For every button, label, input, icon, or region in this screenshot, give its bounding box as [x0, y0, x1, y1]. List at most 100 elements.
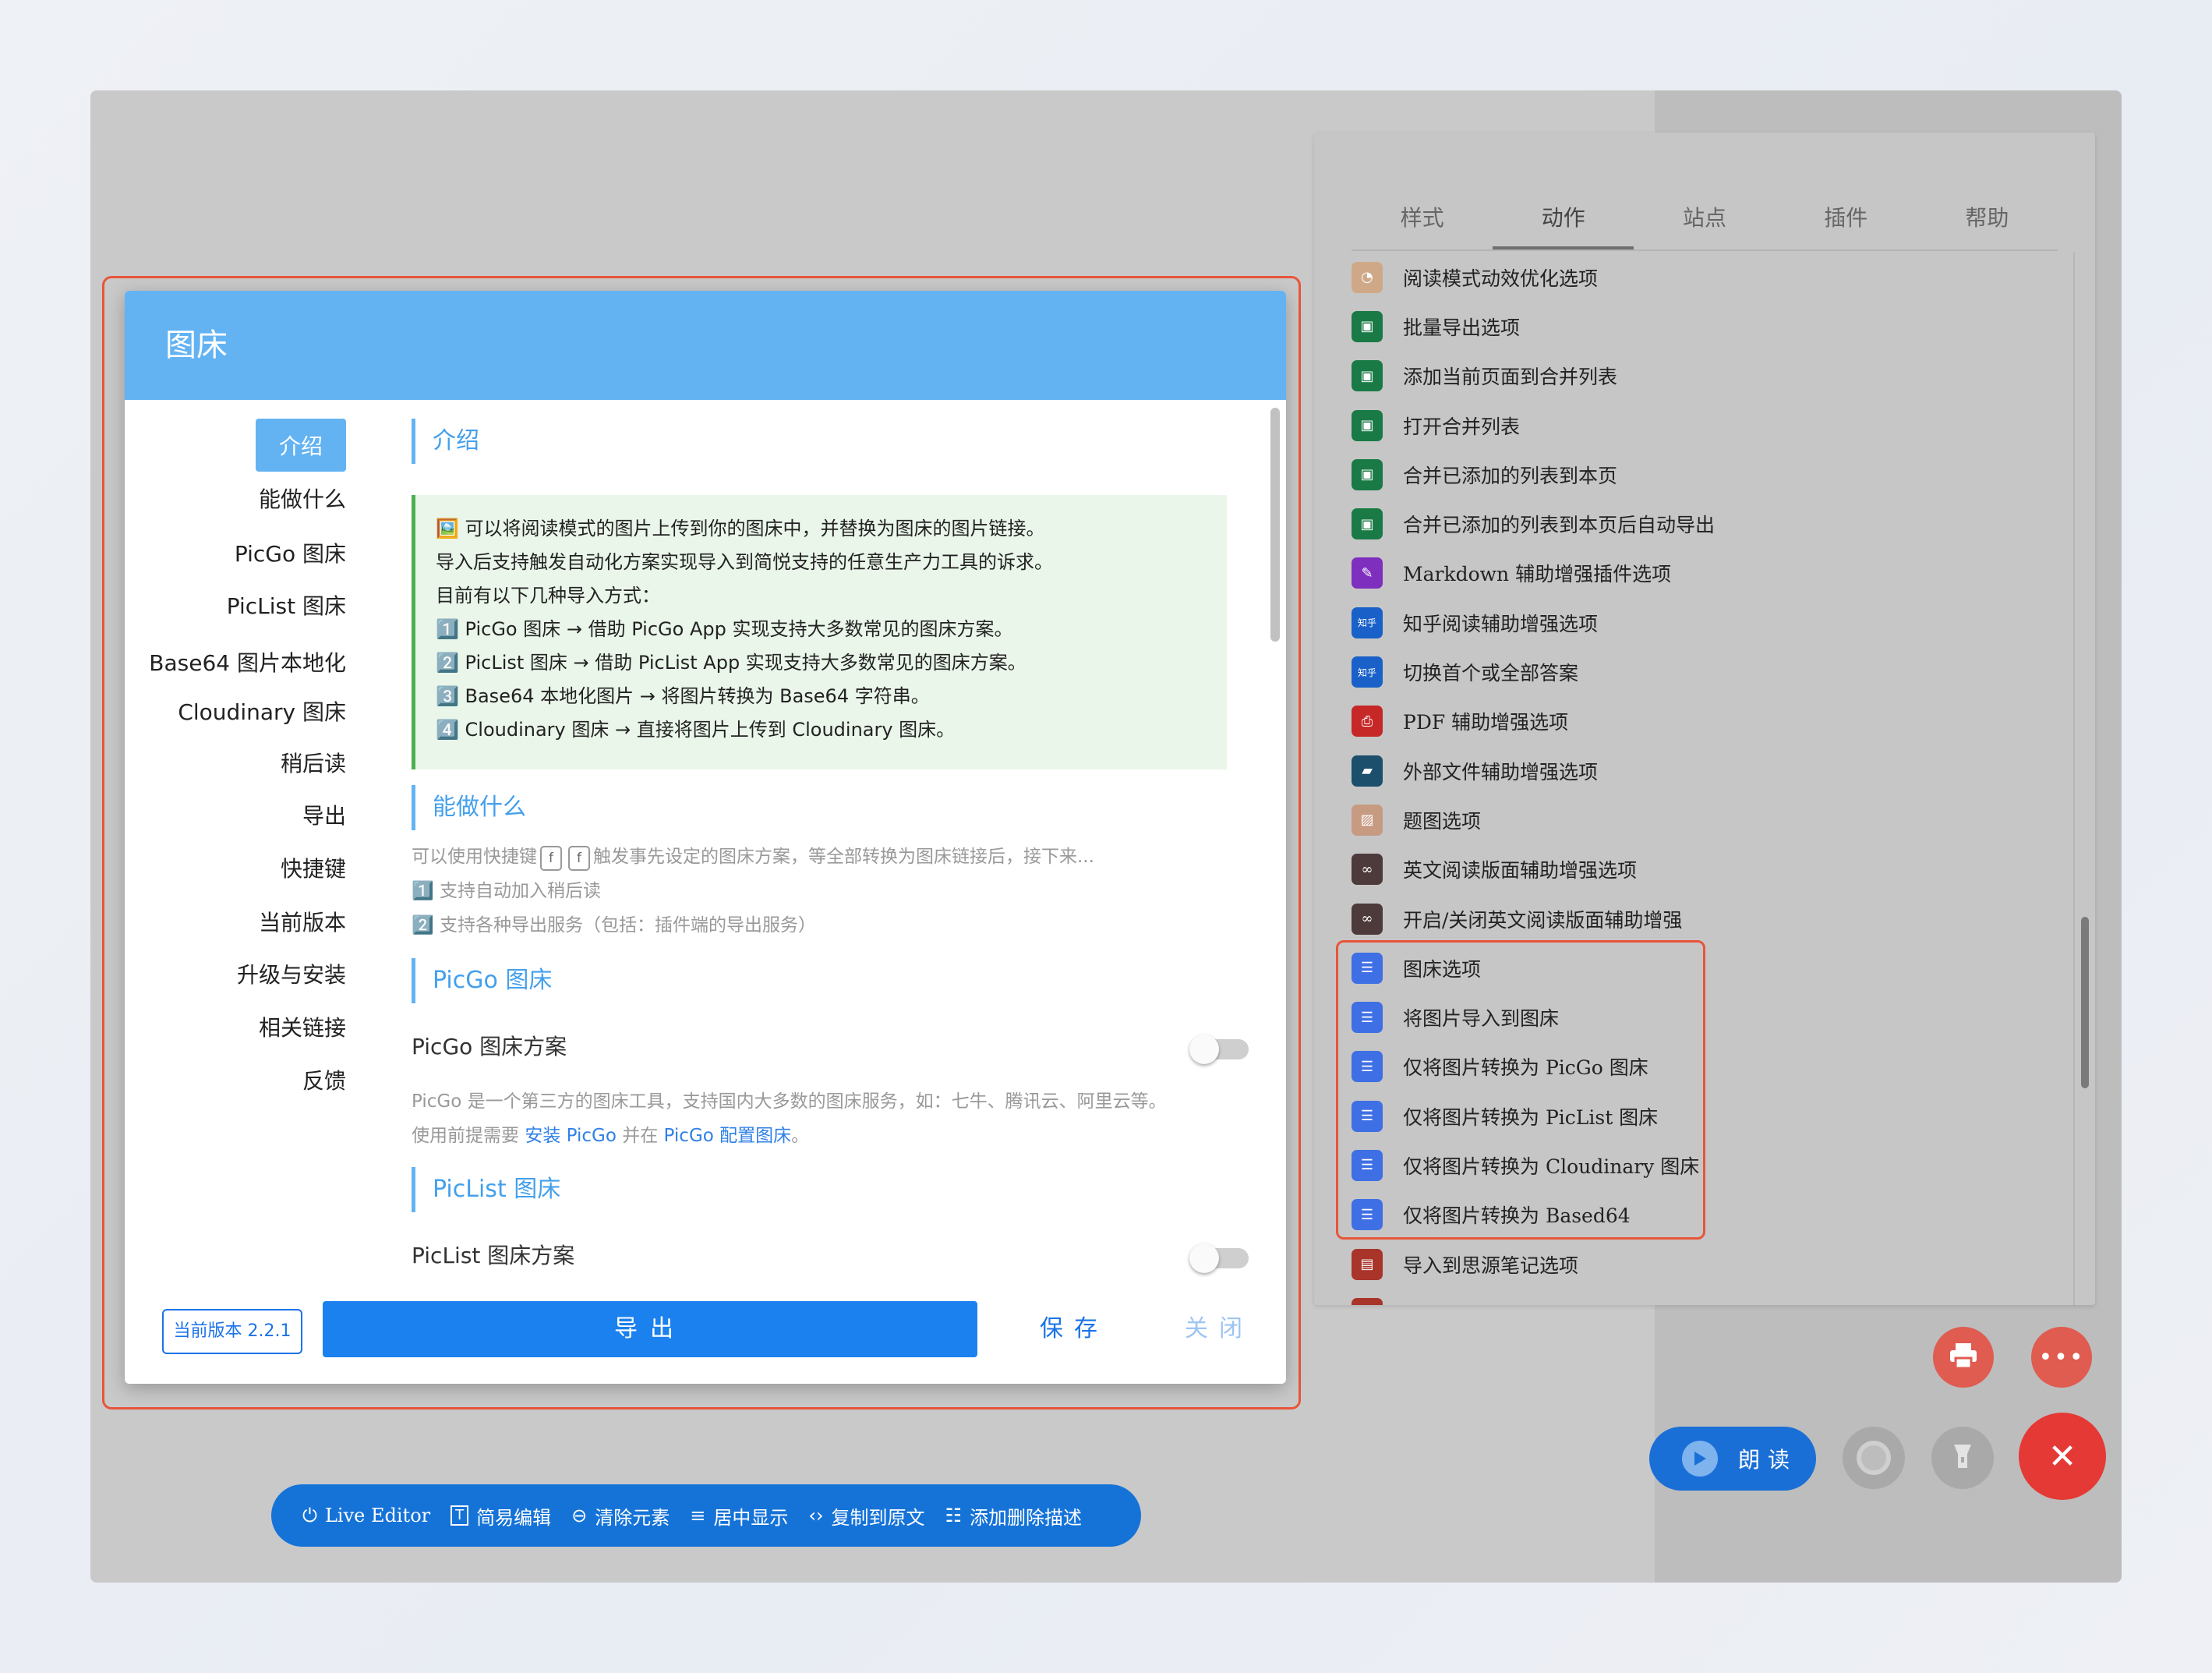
install-picgo-link[interactable]: 安装 PicGo — [525, 1126, 617, 1146]
nav-item[interactable]: 介绍 — [255, 419, 346, 472]
more-button[interactable]: ••• — [2031, 1327, 2092, 1388]
markdown-icon: ✎ — [1352, 557, 1383, 589]
nav-item[interactable]: 反馈 — [302, 1064, 346, 1095]
nav-item[interactable]: Cloudinary 图床 — [178, 695, 346, 727]
action-label: 导入到思源笔记选项 — [1403, 1254, 1579, 1277]
action-item[interactable]: ∞ 开启/关闭英文阅读版面辅助增强 — [1352, 894, 2053, 943]
dialog-scrollbar[interactable] — [1270, 408, 1280, 642]
toolbar-button[interactable]: ‹› 复制到原文 — [808, 1502, 924, 1530]
what-post: 触发事先设定的图床方案，等全部转换为图床链接后，接下来... — [593, 847, 1094, 867]
toolbar-button[interactable]: T 简易编辑 — [451, 1502, 551, 1530]
toolbar-label: 居中显示 — [713, 1506, 789, 1529]
save-icon: ▣ — [1352, 409, 1383, 441]
action-label: Markdown 辅助增强插件选项 — [1403, 563, 1672, 586]
piclist-toggle[interactable] — [1189, 1243, 1249, 1273]
nav-item[interactable]: PicList 图床 — [227, 589, 346, 621]
action-label: 英文阅读版面辅助增强选项 — [1403, 859, 1638, 882]
picgo-toggle[interactable] — [1189, 1035, 1249, 1064]
toolbar-button[interactable]: ⊖ 清除元素 — [571, 1502, 670, 1530]
toolbar-label: 添加删除描述 — [970, 1506, 1083, 1529]
toolbar-button[interactable]: ≡ 居中显示 — [690, 1502, 788, 1530]
tab-3[interactable]: 插件 — [1776, 187, 1917, 249]
toggle-knob — [1189, 1243, 1219, 1273]
action-item[interactable]: ▤ — [1352, 1289, 2053, 1305]
what-description: 可以使用快捷键 f f 触发事先设定的图床方案，等全部转换为图床链接后，接下来... — [412, 841, 1094, 871]
action-item[interactable]: ▣ 添加当前页面到合并列表 — [1352, 352, 2053, 401]
action-item[interactable]: ▰ 外部文件辅助增强选项 — [1352, 746, 2053, 795]
action-item[interactable]: ▣ 批量导出选项 — [1352, 302, 2053, 351]
toolbar-label: Live Editor — [324, 1505, 431, 1526]
nav-item[interactable]: 当前版本 — [259, 906, 346, 937]
action-item[interactable]: ▣ 合并已添加的列表到本页后自动导出 — [1352, 499, 2053, 548]
read-aloud-button[interactable]: 朗读 — [1649, 1427, 1816, 1491]
tab-4[interactable]: 帮助 — [1917, 187, 2058, 249]
intro-line: 🖼️ 可以将阅读模式的图片上传到你的图床中，并替换为图床的图片链接。 — [436, 518, 1045, 539]
export-button[interactable]: 导出 — [323, 1301, 977, 1357]
action-item[interactable]: ◔ 阅读模式动效优化选项 — [1352, 253, 2053, 302]
nav-item[interactable]: PicGo 图床 — [235, 537, 346, 568]
picgo-config-link[interactable]: PicGo 配置图床 — [664, 1126, 792, 1146]
toolbar-button[interactable]: ☷ 添加删除描述 — [945, 1502, 1083, 1530]
action-label: 切换首个或全部答案 — [1403, 662, 1579, 685]
section-title-what: 能做什么 — [412, 785, 526, 830]
exit-read-mode-button[interactable]: ✕ — [2019, 1413, 2106, 1500]
key-f-2: f — [568, 846, 590, 871]
record-button[interactable] — [1843, 1427, 1905, 1489]
version-badge: 当前版本 2.2.1 — [162, 1309, 302, 1354]
toolbar-button[interactable]: ⏻ Live Editor — [302, 1505, 430, 1526]
editor-toolbar: ⏻ Live Editor T 简易编辑 ⊖ 清除元素 ≡ 居中显示 ‹› 复制到原文 ☷ 添加删除描… — [271, 1484, 1141, 1547]
action-item[interactable]: ▣ 打开合并列表 — [1352, 401, 2053, 450]
action-item[interactable]: ▨ 题图选项 — [1352, 795, 2053, 844]
nav-item[interactable]: 升级与安装 — [237, 958, 346, 989]
nav-item[interactable]: 相关链接 — [259, 1011, 346, 1042]
nav-item[interactable]: 导出 — [302, 799, 346, 830]
picgo-usage: 使用前提需要 安装 PicGo 并在 PicGo 配置图床。 — [412, 1120, 809, 1147]
action-item[interactable]: ▤ 导入到思源笔记选项 — [1352, 1240, 2053, 1289]
tab-1[interactable]: 动作 — [1493, 187, 1634, 249]
action-item[interactable]: ▣ 合并已添加的列表到本页 — [1352, 450, 2053, 499]
intro-line: 4️⃣ Cloudinary 图床 → 直接将图片上传到 Cloudinary … — [436, 719, 956, 741]
tab-0[interactable]: 样式 — [1352, 187, 1493, 249]
zhihu-icon: 知乎 — [1352, 607, 1383, 638]
intro-line: 3️⃣ Base64 本地化图片 → 将图片转换为 Base64 字符串。 — [436, 685, 930, 707]
power-icon: ⏻ — [302, 1505, 317, 1526]
what-pre: 可以使用快捷键 — [412, 847, 537, 867]
action-label: 添加当前页面到合并列表 — [1403, 366, 1618, 389]
action-item[interactable]: ⎙ PDF 辅助增强选项 — [1352, 697, 2053, 746]
action-item[interactable]: 知乎 知乎阅读辅助增强选项 — [1352, 598, 2053, 647]
toolbar-label: 清除元素 — [595, 1506, 670, 1529]
picgo-use-mid: 并在 — [622, 1126, 659, 1146]
focus-button[interactable] — [1931, 1427, 1994, 1489]
tab-2[interactable]: 站点 — [1634, 187, 1775, 249]
action-item[interactable]: ✎ Markdown 辅助增强插件选项 — [1352, 549, 2053, 598]
gauge-icon: ◔ — [1352, 261, 1383, 293]
close-button[interactable]: 关闭 — [1172, 1301, 1266, 1357]
folder-icon: ▰ — [1352, 755, 1383, 787]
more-icon: ••• — [2038, 1343, 2085, 1371]
save-button[interactable]: 保存 — [1027, 1301, 1121, 1357]
panel-scrollbar[interactable] — [2081, 917, 2089, 1088]
action-label: 外部文件辅助增强选项 — [1403, 760, 1599, 783]
nav-item[interactable]: 快捷键 — [281, 852, 346, 883]
action-label: 批量导出选项 — [1403, 316, 1521, 339]
nav-item[interactable]: 稍后读 — [281, 747, 346, 778]
save-icon: ▣ — [1352, 508, 1383, 540]
nav-item[interactable]: 能做什么 — [259, 483, 346, 514]
toggle-knob — [1189, 1035, 1219, 1064]
picgo-option-label: PicGo 图床方案 — [412, 1034, 567, 1059]
what-item-1: 1️⃣ 支持自动加入稍后读 — [412, 881, 601, 901]
intro-line: 导入后支持触发自动化方案实现导入到简悦支持的任意生产力工具的诉求。 — [436, 551, 1053, 573]
play-icon — [1682, 1441, 1718, 1477]
picgo-description: PicGo 是一个第三方的图床工具，支持国内大多数的图床服务，如：七牛、腾讯云、… — [412, 1091, 1167, 1112]
intro-box: 🖼️ 可以将阅读模式的图片上传到你的图床中，并替换为图床的图片链接。 导入后支持触… — [412, 495, 1227, 769]
save-icon: ▣ — [1352, 458, 1383, 490]
nav-item[interactable]: Base64 图片本地化 — [149, 646, 346, 677]
action-item[interactable]: 知乎 切换首个或全部答案 — [1352, 647, 2053, 696]
dialog-content: 介绍 🖼️ 可以将阅读模式的图片上传到你的图床中，并替换为图床的图片链接。 导入后… — [412, 400, 1272, 1281]
action-item[interactable]: ∞ 英文阅读版面辅助增强选项 — [1352, 845, 2053, 894]
print-button[interactable] — [1933, 1327, 1994, 1388]
save-icon: ▣ — [1352, 360, 1383, 392]
code-icon: ‹› — [808, 1505, 824, 1526]
picbed-dialog: 图床 介绍 能做什么 PicGo 图床 PicList 图床 Base64 图片本地化 C… — [125, 291, 1286, 1384]
note-icon: ▤ — [1352, 1248, 1383, 1280]
